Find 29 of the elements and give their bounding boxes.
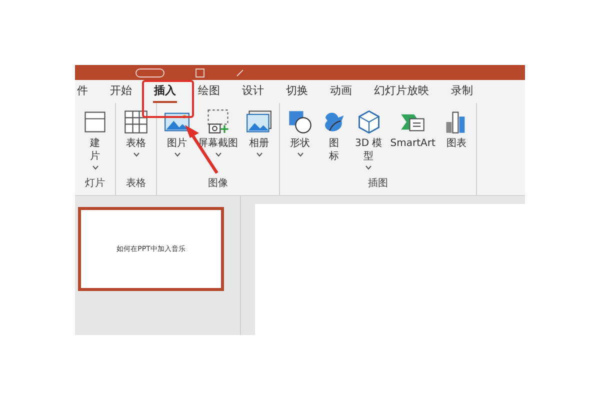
ribbon-button[interactable]: 图表 — [442, 109, 470, 176]
ribbon-tab[interactable]: 幻灯片放映 — [373, 80, 430, 103]
group-label: 图像 — [208, 177, 228, 191]
ribbon-tab[interactable]: 绘图 — [197, 80, 221, 103]
ribbon-button[interactable]: 相册 — [245, 109, 273, 176]
ribbon-tab[interactable]: 设计 — [241, 80, 265, 103]
group-label: 插图 — [368, 177, 388, 191]
highlight-box — [142, 80, 194, 118]
ribbon-button[interactable]: 图片 — [163, 109, 191, 176]
ribbon-tab[interactable]: 录制 — [450, 80, 474, 103]
screenshot-icon — [205, 109, 231, 135]
ribbon-button[interactable]: 3D 模 型 — [354, 109, 384, 176]
slide-icon — [82, 109, 108, 135]
shapes-icon — [287, 109, 313, 135]
ribbon-button[interactable]: SmartArt — [389, 109, 436, 176]
save-icon[interactable] — [195, 68, 205, 78]
ribbon-button[interactable]: 表格 — [122, 109, 150, 176]
table-icon — [123, 109, 149, 135]
cube-icon — [356, 109, 382, 135]
ribbon-tab[interactable]: 动画 — [329, 80, 353, 103]
ribbon-tab[interactable]: 开始 — [109, 80, 133, 103]
group-label: 表格 — [126, 176, 146, 191]
ribbon-button[interactable]: 形状 — [286, 109, 314, 176]
ribbon-button[interactable]: 建 片 — [81, 109, 109, 176]
ribbon-tab[interactable]: 切换 — [285, 80, 309, 103]
group-label: 灯片 — [85, 176, 105, 191]
photo-album-icon — [246, 109, 272, 135]
ribbon-button[interactable]: 图 标 — [320, 109, 348, 176]
ribbon-tab[interactable]: 件 — [76, 80, 89, 103]
